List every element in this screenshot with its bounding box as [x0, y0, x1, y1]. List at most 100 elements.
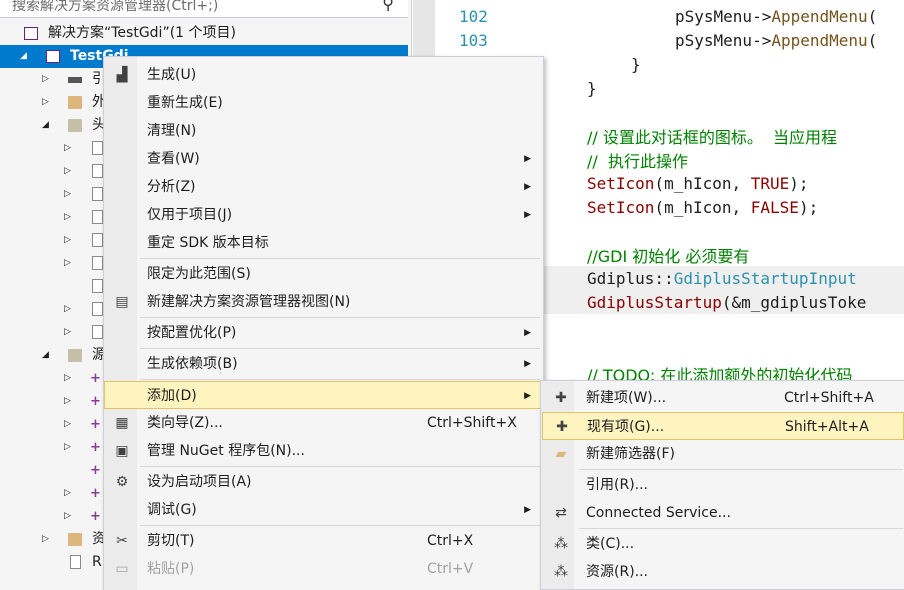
existing-item-icon: ✚: [556, 419, 568, 435]
expand-arrow-icon[interactable]: ▷: [64, 160, 71, 183]
expand-arrow-icon[interactable]: ▷: [64, 436, 71, 459]
line-number: 102: [459, 7, 488, 26]
code-token: GdiplusStartupInput: [673, 269, 857, 288]
menu-item-add[interactable]: 添加(D) ▶: [104, 381, 544, 409]
menu-item-label: 按配置优化(P): [147, 325, 237, 341]
menu-item-build[interactable]: ▟ 生成(U): [105, 61, 543, 89]
submenu-arrow-icon: ▶: [524, 154, 531, 164]
expand-arrow-icon[interactable]: ▷: [64, 206, 71, 229]
expand-arrow-icon[interactable]: ▷: [42, 68, 49, 91]
menu-item-label: 类向导(Z)...: [147, 415, 223, 431]
code-line: //GDI 初始化 必须要有: [587, 243, 749, 267]
references-icon: [68, 77, 82, 83]
search-placeholder: 搜索解决方案资源管理器(Ctrl+;): [12, 0, 219, 14]
code-line: }: [587, 79, 597, 98]
file-icon: [92, 210, 103, 224]
file-icon: [92, 302, 103, 316]
menu-item-scope-to-this[interactable]: 限定为此范围(S): [105, 260, 543, 288]
context-menu: ▟ 生成(U) 重新生成(E) 清理(N) 查看(W) ▶ 分析(Z) ▶ 仅用…: [103, 56, 544, 590]
code-token: }: [631, 55, 641, 74]
menu-item-analyze[interactable]: 分析(Z) ▶: [105, 173, 543, 201]
tree-item-solution[interactable]: 解决方案“TestGdi”(1 个项目): [0, 22, 408, 45]
code-token: (m_hIcon,: [654, 198, 751, 217]
search-icon[interactable]: ⚲: [382, 0, 394, 13]
submenu-item-new-item[interactable]: ✚ 新建项(W)... Ctrl+Shift+A: [542, 384, 904, 412]
search-input[interactable]: 搜索解决方案资源管理器(Ctrl+;) ⚲: [0, 0, 408, 18]
expand-arrow-icon[interactable]: ▷: [64, 252, 71, 275]
gear-icon: ⚙: [115, 474, 129, 490]
code-line: GdiplusStartup(&m_gdiplusToke: [587, 293, 866, 312]
collapse-arrow-icon[interactable]: ◢: [20, 45, 27, 68]
project-icon: [46, 50, 60, 63]
menu-item-manage-nuget[interactable]: ▣ 管理 NuGet 程序包(N)...: [105, 437, 543, 465]
menu-item-paste[interactable]: ▭ 粘贴(P) Ctrl+V: [105, 555, 543, 583]
cpp-file-icon: +: [90, 509, 101, 524]
menu-item-class-wizard[interactable]: ▦ 类向导(Z)... Ctrl+Shift+X: [105, 409, 543, 437]
code-line: pSysMenu->AppendMenu(: [675, 7, 877, 26]
paste-icon: ▭: [115, 561, 129, 577]
expand-arrow-icon[interactable]: ▷: [64, 482, 71, 505]
line-number: 103: [459, 31, 488, 50]
menu-separator: [140, 317, 540, 318]
expand-arrow-icon[interactable]: ▷: [42, 91, 49, 114]
menu-item-label: 重定 SDK 版本目标: [147, 235, 269, 251]
menu-item-label: 添加(D): [147, 388, 197, 404]
new-item-icon: ✚: [555, 390, 567, 406]
submenu-item-resource[interactable]: ⁂ 资源(R)...: [542, 558, 904, 586]
submenu-arrow-icon: ▶: [524, 182, 531, 192]
submenu-item-new-filter[interactable]: ▰ 新建筛选器(F): [542, 440, 904, 468]
menu-item-cut[interactable]: ✂ 剪切(T) Ctrl+X: [105, 527, 543, 555]
code-token: (: [867, 31, 878, 50]
text-file-icon: [70, 555, 81, 569]
menu-item-retarget-sdk[interactable]: 重定 SDK 版本目标: [105, 229, 543, 257]
submenu-item-connected-service[interactable]: ⇄ Connected Service...: [542, 499, 904, 527]
menu-item-rebuild[interactable]: 重新生成(E): [105, 89, 543, 117]
menu-item-label: 类(C)...: [586, 536, 635, 552]
menu-item-label: 新建解决方案资源管理器视图(N): [147, 294, 351, 310]
cpp-file-icon: +: [90, 486, 101, 501]
submenu-item-class[interactable]: ⁂ 类(C)...: [542, 530, 904, 558]
file-icon: [92, 256, 103, 270]
menu-item-view[interactable]: 查看(W) ▶: [105, 145, 543, 173]
folder-icon: [68, 349, 82, 362]
menu-item-build-dependencies[interactable]: 生成依赖项(B) ▶: [105, 350, 543, 378]
expand-arrow-icon[interactable]: ▷: [64, 137, 71, 160]
menu-item-label: 重新生成(E): [147, 95, 223, 111]
expand-arrow-icon[interactable]: ▷: [64, 298, 71, 321]
expand-arrow-icon[interactable]: ▷: [64, 229, 71, 252]
menu-item-label: Connected Service...: [586, 505, 731, 521]
expand-arrow-icon[interactable]: ▷: [64, 367, 71, 390]
cpp-file-icon: +: [90, 394, 101, 409]
menu-item-debug[interactable]: 调试(G) ▶: [105, 496, 543, 524]
code-line: // 执行此操作: [587, 148, 688, 172]
nuget-icon: ▣: [115, 443, 129, 459]
submenu-item-reference[interactable]: 引用(R)...: [542, 471, 904, 499]
expand-arrow-icon[interactable]: ▷: [64, 321, 71, 344]
collapse-arrow-icon[interactable]: ◢: [42, 114, 49, 137]
menu-item-label: 资源(R)...: [586, 564, 649, 580]
menu-item-set-startup[interactable]: ⚙ 设为启动项目(A): [105, 468, 543, 496]
expand-arrow-icon[interactable]: ▷: [64, 183, 71, 206]
expand-arrow-icon[interactable]: ▷: [42, 528, 49, 551]
cpp-file-icon: +: [90, 417, 101, 432]
cpp-file-icon: +: [90, 440, 101, 455]
menu-item-label: 清理(N): [147, 123, 197, 139]
code-line: // 设置此对话框的图标。 当应用程: [587, 124, 837, 148]
code-line: pSysMenu->AppendMenu(: [675, 31, 877, 50]
expand-arrow-icon[interactable]: ▷: [64, 390, 71, 413]
menu-item-clean[interactable]: 清理(N): [105, 117, 543, 145]
solution-label: 解决方案“TestGdi”(1 个项目): [48, 25, 236, 41]
expand-arrow-icon[interactable]: ▷: [64, 413, 71, 436]
submenu-arrow-icon: ▶: [524, 391, 531, 401]
expand-arrow-icon[interactable]: ▷: [64, 505, 71, 528]
submenu-arrow-icon: ▶: [524, 328, 531, 338]
menu-shortcut: Ctrl+Shift+X: [427, 415, 517, 431]
menu-item-new-explorer-view[interactable]: ▤ 新建解决方案资源管理器视图(N): [105, 288, 543, 316]
menu-item-project-only[interactable]: 仅用于项目(J) ▶: [105, 201, 543, 229]
submenu-item-existing-item[interactable]: ✚ 现有项(G)... Shift+Alt+A: [542, 412, 904, 440]
scissors-icon: ✂: [116, 533, 128, 549]
collapse-arrow-icon[interactable]: ◢: [42, 344, 49, 367]
resource-icon: ⁂: [554, 564, 568, 580]
menu-item-pgo[interactable]: 按配置优化(P) ▶: [105, 319, 543, 347]
menu-shortcut: Ctrl+V: [427, 561, 474, 577]
